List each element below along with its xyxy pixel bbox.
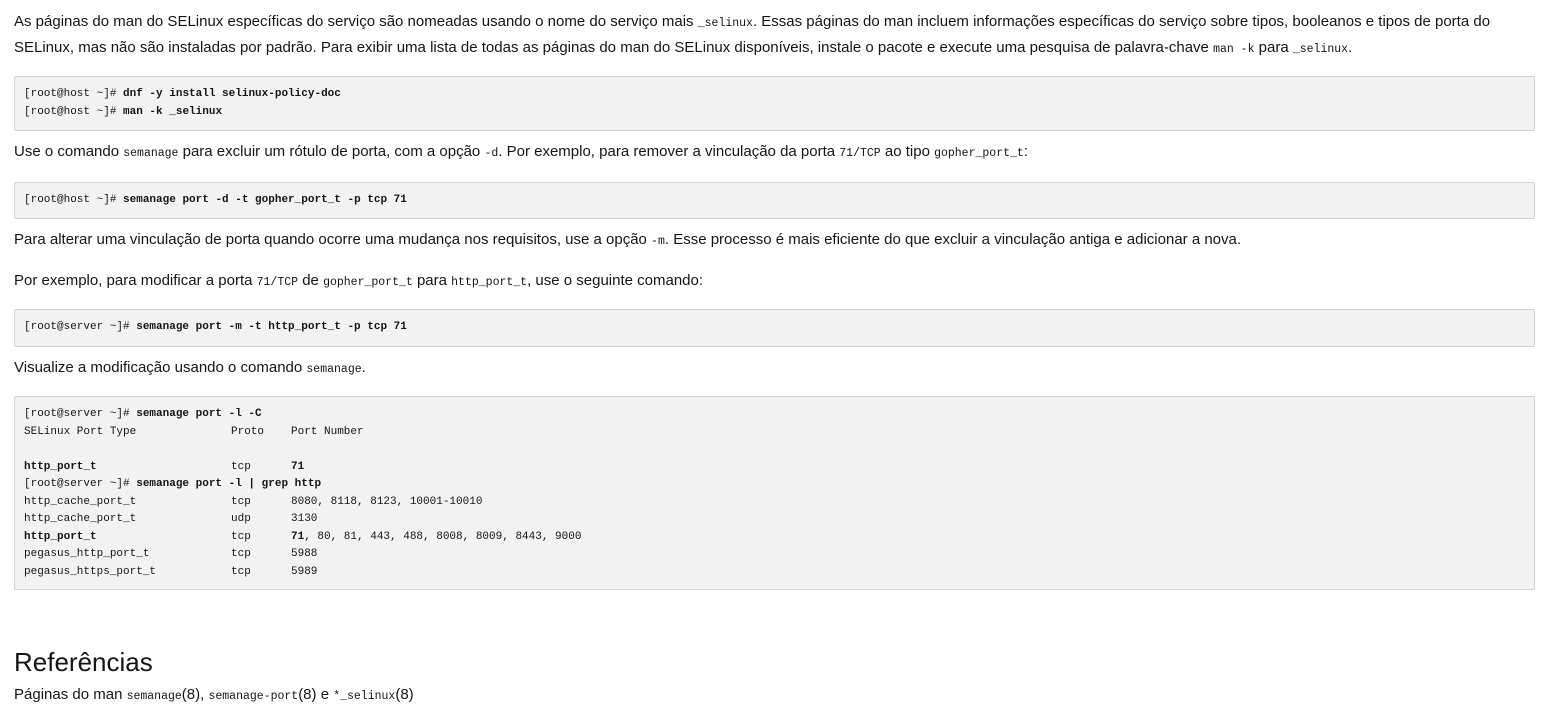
view-paragraph: Visualize a modificação usando o comando… [14, 359, 366, 376]
command-text: man -k _selinux [123, 105, 223, 118]
document-page: As páginas do man do SELinux específicas… [0, 0, 1549, 707]
inline-code: *_selinux [333, 690, 396, 703]
inline-code: 71/TCP [839, 147, 881, 160]
table-row: http_port_t tcp 71, 80, 81, 443, 488, 8008… [24, 530, 582, 543]
command-text: semanage port -m -t http_port_t -p tcp 7… [136, 321, 407, 333]
intro-paragraph: As páginas do man do SELinux específicas… [14, 10, 1535, 62]
inline-code: -d [484, 147, 499, 160]
delete-paragraph: Use o comando semanage para excluir um r… [14, 143, 1028, 160]
intro-text-3: para [1254, 39, 1293, 56]
references-paragraph: Páginas do man semanage(8), semanage-por… [14, 686, 414, 703]
command-text: semanage port -l | grep http [136, 478, 322, 490]
command-text: semanage port -d -t gopher_port_t -p tcp… [123, 194, 407, 206]
command-text: dnf -y install selinux-policy-doc [123, 88, 341, 100]
example-paragraph: Por exemplo, para modificar a porta 71/T… [14, 272, 704, 289]
inline-code: 71/TCP [256, 276, 299, 289]
code-block-delete: [root@host ~]# semanage port -d -t gophe… [14, 182, 1535, 219]
intro-text-4: . [1348, 39, 1353, 56]
table-row: pegasus_https_port_t tcp 5989 [24, 565, 318, 578]
code-line: [root@server ~]# semanage port -m -t htt… [24, 321, 407, 333]
table-header: SELinux Port Type Proto Port Number [24, 425, 364, 438]
intro-code-man-k: man -k [1213, 43, 1255, 56]
code-line: [root@host ~]# semanage port -d -t gophe… [24, 194, 407, 206]
code-block-list: [root@server ~]# semanage port -l -C SELi… [14, 396, 1535, 590]
table-row: http_cache_port_t tcp 8080, 8118, 8123, 10… [24, 495, 483, 508]
inline-code: semanage [123, 147, 179, 160]
inline-code: gopher_port_t [323, 276, 413, 289]
code-block-modify: [root@server ~]# semanage port -m -t htt… [14, 309, 1535, 347]
code-block-install: [root@host ~]# dnf -y install selinux-po… [14, 76, 1535, 131]
inline-code: http_port_t [451, 276, 528, 289]
references-heading: Referências [14, 647, 153, 677]
inline-code: -m [651, 235, 665, 248]
table-row: http_port_t tcp 71 [24, 460, 305, 473]
intro-text-1: As páginas do man do SELinux específicas… [14, 13, 698, 30]
intro-code-selinux-2: _selinux [1292, 43, 1349, 56]
modify-paragraph: Para alterar uma vinculação de porta qua… [14, 231, 1242, 248]
inline-code: semanage-port [208, 690, 299, 703]
inline-code: gopher_port_t [934, 147, 1024, 160]
command-text: semanage port -l -C [136, 408, 262, 420]
code-line: [root@host ~]# man -k _selinux [24, 105, 223, 118]
code-line: [root@host ~]# dnf -y install selinux-po… [24, 88, 341, 100]
inline-code: semanage [126, 690, 182, 703]
table-row: pegasus_http_port_t tcp 5988 [24, 548, 318, 560]
inline-code: semanage [306, 363, 362, 376]
code-line: [root@server ~]# semanage port -l -C [24, 408, 262, 420]
intro-code-selinux: _selinux [697, 17, 753, 30]
table-row: http_cache_port_t udp 3130 [24, 513, 318, 525]
code-line: [root@server ~]# semanage port -l | grep… [24, 478, 322, 490]
